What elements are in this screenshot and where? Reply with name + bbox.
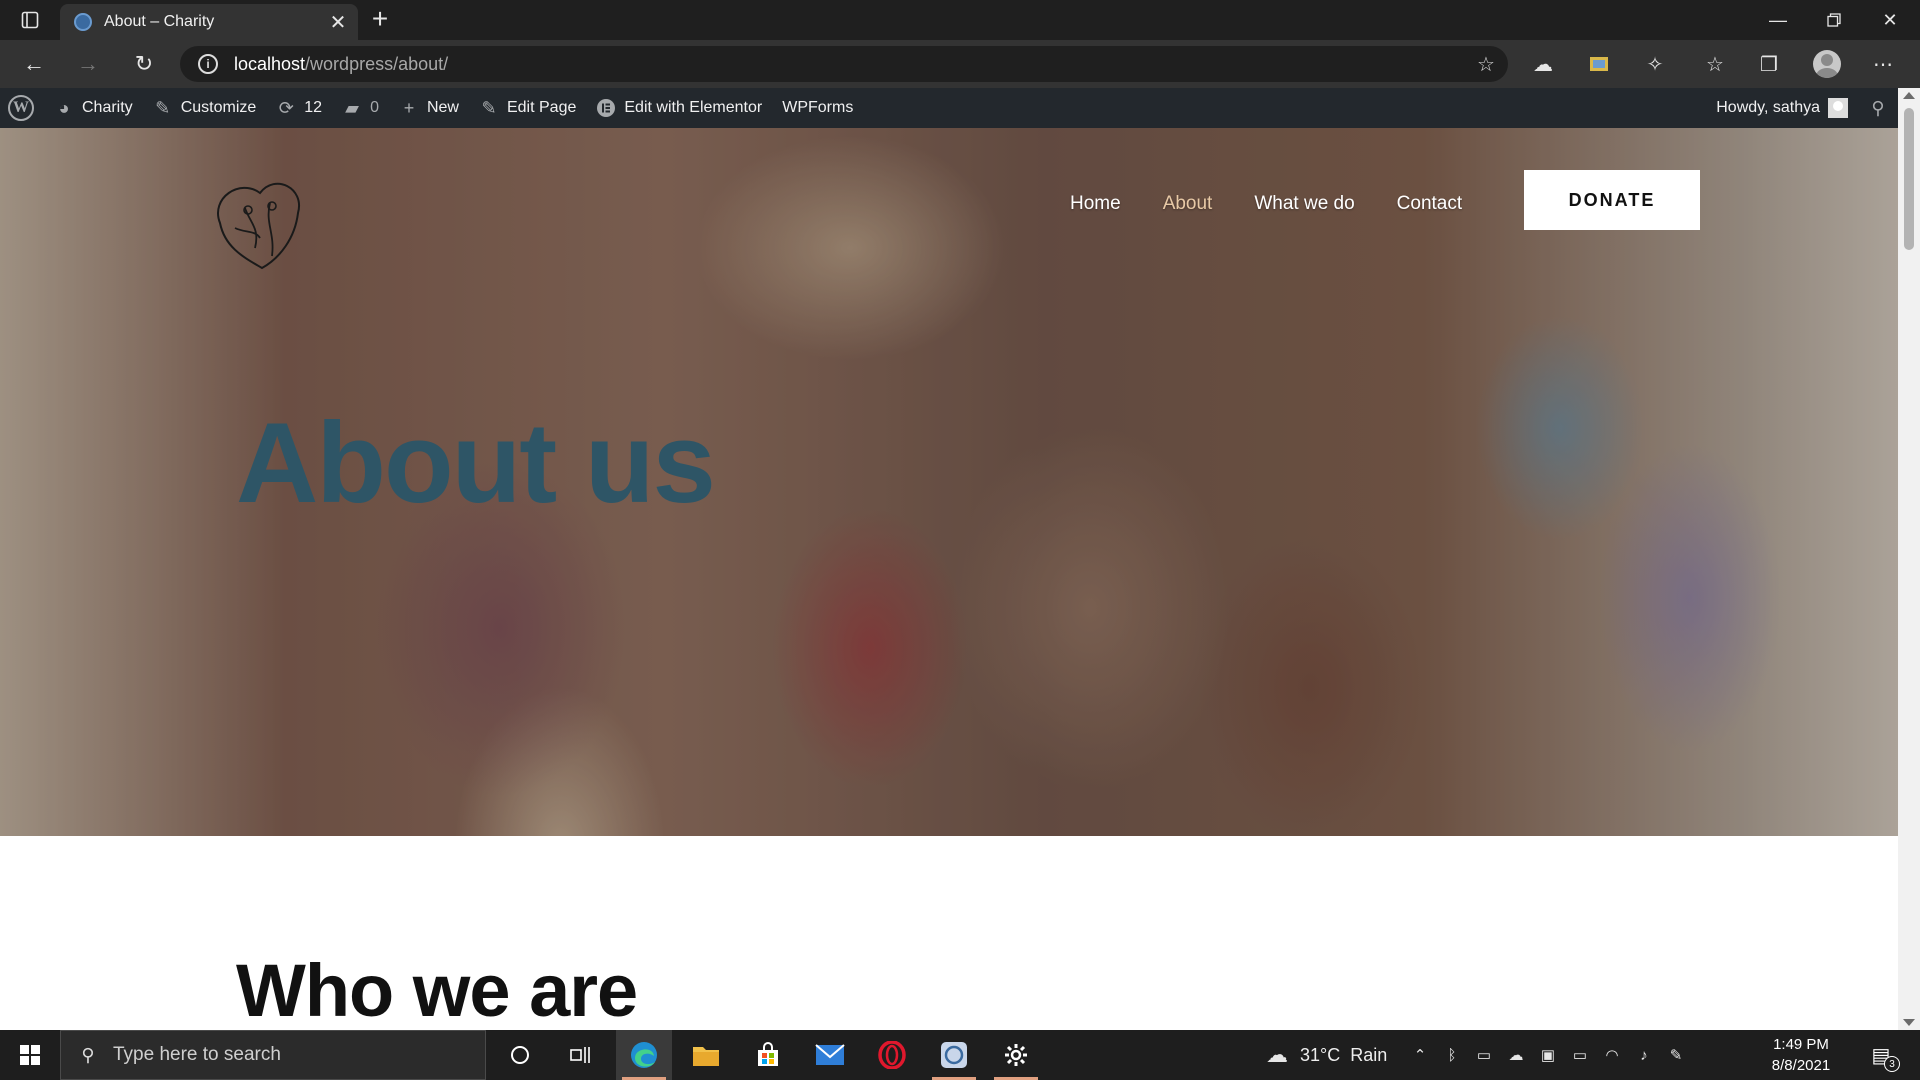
tab-title: About – Charity — [104, 13, 215, 30]
taskbar-search-box[interactable]: ⚲ Type here to search — [60, 1030, 486, 1080]
show-hidden-icons-icon[interactable]: ⌃ — [1404, 1030, 1436, 1080]
nav-about[interactable]: About — [1163, 193, 1213, 215]
start-button[interactable] — [0, 1030, 60, 1080]
wifi-icon[interactable]: ◠ — [1596, 1030, 1628, 1080]
donate-button[interactable]: DONATE — [1524, 170, 1700, 230]
settings-more-icon[interactable]: ⋯ — [1868, 50, 1898, 78]
security-icon[interactable]: ▣ — [1532, 1030, 1564, 1080]
volume-icon[interactable]: ♪ — [1628, 1030, 1660, 1080]
page-viewport: W ◕ Charity ✎ Customize ⟳ 12 ▰ 0 + New ✎… — [0, 88, 1920, 1030]
browser-tab-active[interactable]: About – Charity ✕ — [60, 4, 358, 40]
settings-gear-icon[interactable] — [988, 1030, 1044, 1080]
dashboard-icon: ◕ — [58, 97, 70, 118]
favorites-icon[interactable]: ☆ — [1700, 50, 1730, 78]
new-tab-icon[interactable]: + — [366, 5, 394, 34]
tab-close-icon[interactable]: ✕ — [326, 10, 350, 34]
admin-bar-right: Howdy, sathya ⚲ — [1706, 88, 1898, 128]
close-window-icon[interactable]: ✕ — [1862, 0, 1918, 40]
battery-icon[interactable]: ▭ — [1564, 1030, 1596, 1080]
notification-count: 3 — [1884, 1056, 1900, 1072]
scroll-down-arrow-icon[interactable] — [1903, 1019, 1915, 1026]
reload-icon[interactable]: ↻ — [128, 48, 160, 80]
address-bar[interactable]: i localhost/wordpress/about/ ☆ — [180, 46, 1508, 82]
wordpress-logo-icon: W — [8, 95, 34, 121]
url-host: localhost — [234, 53, 306, 74]
rain-cloud-icon: ☁ — [1266, 1042, 1288, 1067]
user-avatar — [1828, 98, 1848, 118]
search-placeholder: Type here to search — [113, 1044, 281, 1065]
clock-date: 8/8/2021 — [1771, 1057, 1831, 1074]
edge-browser-taskbar-icon[interactable] — [616, 1030, 672, 1080]
nav-contact[interactable]: Contact — [1397, 193, 1462, 215]
admin-site-name[interactable]: ◕ Charity — [44, 88, 143, 128]
site-info-icon[interactable]: i — [198, 54, 218, 74]
file-explorer-icon[interactable] — [678, 1030, 734, 1080]
minimize-icon[interactable]: — — [1750, 0, 1806, 40]
extension-image-icon[interactable] — [1584, 50, 1614, 78]
microsoft-store-icon[interactable] — [740, 1030, 796, 1080]
collections-icon[interactable]: ❐ — [1754, 50, 1784, 78]
admin-edit-elementor[interactable]: Edit with Elementor — [586, 88, 772, 128]
section-title-who-we-are: Who we are — [236, 949, 638, 1030]
system-tray: ⌃ ᛒ ▭ ☁ ▣ ▭ ◠ ♪ ✎ — [1404, 1030, 1692, 1080]
weather-widget[interactable]: ☁ 31°C Rain — [1262, 1030, 1387, 1080]
admin-search-icon[interactable]: ⚲ — [1858, 88, 1898, 128]
pen-icon[interactable]: ✎ — [1660, 1030, 1692, 1080]
task-view-icon[interactable] — [552, 1030, 608, 1080]
updates-icon: ⟳ — [278, 97, 294, 118]
admin-account-menu[interactable]: Howdy, sathya — [1706, 88, 1858, 128]
admin-comments[interactable]: ▰ 0 — [332, 88, 389, 128]
plus-icon: + — [403, 97, 415, 118]
elementor-icon — [596, 98, 616, 118]
back-icon[interactable]: ← — [18, 48, 50, 80]
admin-customize[interactable]: ✎ Customize — [143, 88, 267, 128]
cortana-icon[interactable] — [492, 1030, 548, 1080]
nav-home[interactable]: Home — [1070, 193, 1121, 215]
clock-time: 1:49 PM — [1773, 1036, 1829, 1053]
pencil-icon: ✎ — [481, 97, 497, 118]
brush-icon: ✎ — [155, 97, 171, 118]
admin-wpforms[interactable]: WPForms — [772, 88, 863, 128]
mail-icon[interactable] — [802, 1030, 858, 1080]
tab-actions-icon[interactable] — [14, 8, 46, 32]
onedrive-cloud-icon[interactable]: ☁ — [1500, 1030, 1532, 1080]
scroll-thumb[interactable] — [1904, 108, 1914, 250]
extensions-puzzle-icon[interactable]: ✧ — [1640, 50, 1670, 78]
comment-icon: ▰ — [345, 97, 359, 118]
url-path: /wordpress/about/ — [305, 53, 449, 74]
site-favicon-icon — [74, 13, 92, 31]
search-icon: ⚲ — [81, 1044, 95, 1065]
profile-avatar[interactable] — [1813, 50, 1841, 78]
admin-updates[interactable]: ⟳ 12 — [266, 88, 332, 128]
browser-toolbar: ← → ↻ i localhost/wordpress/about/ ☆ ☁ ✧… — [0, 40, 1920, 88]
scroll-up-arrow-icon[interactable] — [1903, 92, 1915, 99]
download-cloud-icon[interactable]: ☁ — [1528, 50, 1558, 78]
taskbar-clock[interactable]: 1:49 PM 8/8/2021 — [1756, 1034, 1846, 1076]
opera-browser-icon[interactable] — [864, 1030, 920, 1080]
browser-tab-strip: About – Charity ✕ + — ✕ — [0, 0, 1920, 40]
windows-logo-icon — [20, 1045, 40, 1065]
forward-icon[interactable]: → — [72, 48, 104, 80]
weather-text: 31°C Rain — [1300, 1044, 1388, 1065]
site-main-nav: Home About What we do Contact — [1070, 174, 1504, 234]
wp-logo-menu[interactable]: W — [0, 88, 44, 128]
app-window-taskbar-icon[interactable] — [926, 1030, 982, 1080]
site-logo-icon[interactable] — [200, 168, 320, 278]
page-scrollbar[interactable] — [1898, 88, 1920, 1030]
bluetooth-icon[interactable]: ᛒ — [1436, 1030, 1468, 1080]
nav-what-we-do[interactable]: What we do — [1254, 193, 1354, 215]
hero-section: Home About What we do Contact DONATE Abo… — [0, 128, 1898, 836]
windows-taskbar: ⚲ Type here to search ☁ 31°C Rain ⌃ ᛒ ▭ … — [0, 1030, 1920, 1080]
hero-title: About us — [236, 400, 716, 527]
restore-icon[interactable] — [1806, 0, 1862, 40]
wp-admin-bar: W ◕ Charity ✎ Customize ⟳ 12 ▰ 0 + New ✎… — [0, 88, 1898, 128]
admin-new[interactable]: + New — [389, 88, 469, 128]
admin-edit-page[interactable]: ✎ Edit Page — [469, 88, 586, 128]
add-favorite-icon[interactable]: ☆ — [1474, 52, 1498, 76]
meet-now-icon[interactable]: ▭ — [1468, 1030, 1500, 1080]
action-center-icon[interactable]: ▤ 3 — [1866, 1040, 1900, 1072]
